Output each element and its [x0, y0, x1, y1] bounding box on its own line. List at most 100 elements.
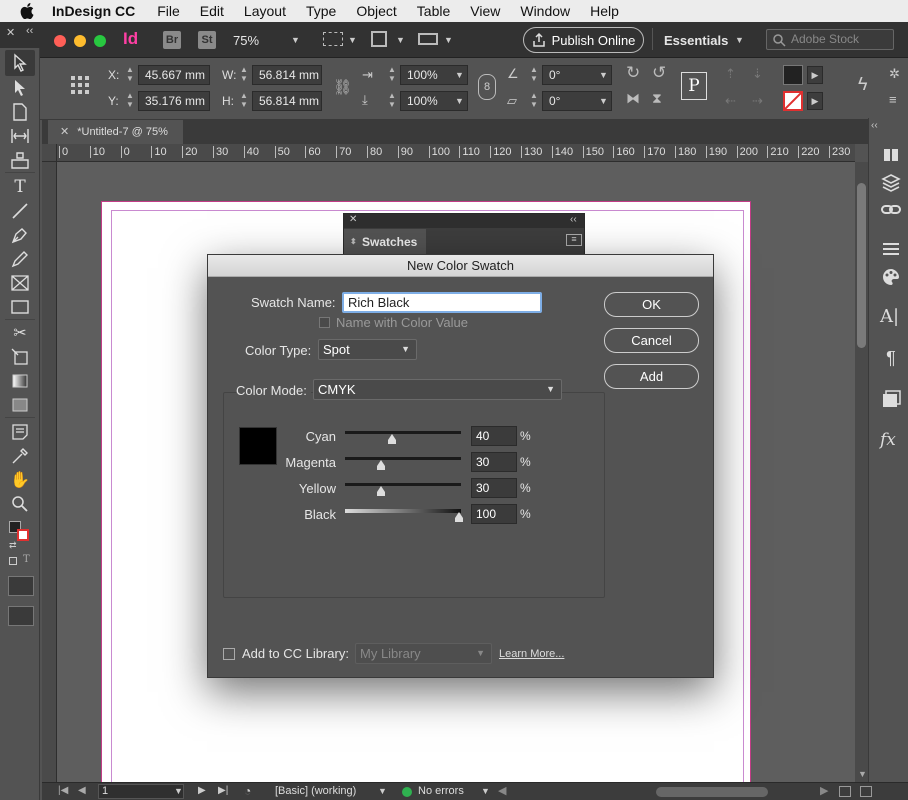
reference-point-icon[interactable]	[70, 75, 90, 95]
menu-table[interactable]: Table	[417, 3, 450, 19]
menu-app-name[interactable]: InDesign CC	[52, 3, 135, 19]
y-position-field[interactable]: 35.176 mm	[138, 91, 210, 111]
view-options-icon[interactable]	[323, 32, 343, 46]
cc-library-select[interactable]: My Library ▼	[355, 643, 492, 664]
channel-slider-black[interactable]	[345, 509, 461, 513]
scroll-left-icon[interactable]: ◀	[498, 784, 506, 797]
zoom-dropdown-icon[interactable]: ▼	[291, 35, 300, 45]
channel-value-black[interactable]: 100	[471, 504, 517, 524]
expand-tools-icon[interactable]: ‹‹	[26, 25, 33, 37]
swatches-tab[interactable]: ⬍ Swatches	[344, 229, 426, 255]
dock-expand-icon[interactable]: ‹‹	[871, 120, 878, 131]
screen-mode-dropdown-icon[interactable]: ▼	[396, 35, 405, 45]
first-page-icon[interactable]: |◀	[58, 785, 68, 796]
arrange-documents-icon[interactable]	[418, 33, 438, 45]
pen-tool-icon[interactable]	[10, 225, 30, 245]
normal-view-mode-icon[interactable]	[8, 576, 34, 596]
menu-window[interactable]: Window	[520, 3, 570, 19]
ruler-origin[interactable]	[42, 144, 57, 162]
channel-value-cyan[interactable]: 40	[471, 426, 517, 446]
swatch-name-input[interactable]: Rich Black	[342, 292, 542, 313]
page-number-dropdown-icon[interactable]: ▼	[174, 786, 183, 796]
flip-horizontal-icon[interactable]: ⧓	[626, 90, 640, 107]
channel-slider-yellow[interactable]	[345, 483, 461, 486]
menu-layout[interactable]: Layout	[244, 3, 286, 19]
gradient-swatch-tool-icon[interactable]	[10, 371, 30, 391]
w-stepper[interactable]: ▲ ▼	[238, 65, 250, 85]
layers-panel-icon[interactable]	[880, 172, 902, 194]
shear-stepper[interactable]: ▲ ▼	[528, 91, 540, 111]
flip-vertical-icon[interactable]: ⧗	[652, 90, 662, 107]
menu-file[interactable]: File	[157, 3, 180, 19]
window-minimize-button[interactable]	[74, 35, 86, 47]
width-field[interactable]: 56.814 mm	[252, 65, 322, 85]
scissors-tool-icon[interactable]: ✂	[10, 323, 30, 343]
direct-selection-tool-icon[interactable]	[10, 78, 30, 98]
note-tool-icon[interactable]	[10, 422, 30, 442]
constrain-scale-icon[interactable]: 8	[478, 74, 496, 100]
pages-panel-icon[interactable]	[880, 144, 902, 166]
x-stepper[interactable]: ▲ ▼	[124, 65, 136, 85]
menu-edit[interactable]: Edit	[200, 3, 224, 19]
rotate-stepper[interactable]: ▲ ▼	[528, 65, 540, 85]
profile-dropdown-icon[interactable]: ▼	[378, 786, 387, 796]
apple-menu-icon[interactable]	[20, 3, 36, 19]
x-position-field[interactable]: 45.667 mm	[138, 65, 210, 85]
split-window-icon[interactable]	[839, 786, 851, 797]
type-tool-icon[interactable]: T	[10, 177, 30, 197]
vertical-scroll-thumb[interactable]	[857, 183, 866, 348]
errors-dropdown-icon[interactable]: ▼	[481, 786, 490, 796]
select-next-icon[interactable]: ⇢	[752, 93, 763, 109]
color-type-select[interactable]: Spot ▼	[318, 339, 417, 360]
preflight-profile[interactable]: [Basic] (working)	[275, 785, 356, 797]
content-collector-icon[interactable]	[10, 150, 30, 170]
scripts-panel-icon[interactable]: fx	[880, 430, 902, 452]
split-layout-icon[interactable]	[860, 786, 872, 797]
scale-x-stepper[interactable]: ▲ ▼	[386, 65, 398, 85]
collapse-tools-icon[interactable]: ✕	[6, 26, 15, 39]
selection-tool-icon[interactable]	[10, 53, 30, 73]
horizontal-scroll-thumb[interactable]	[656, 787, 768, 797]
zoom-tool-icon[interactable]	[10, 494, 30, 514]
learn-more-link[interactable]: Learn More...	[499, 648, 564, 660]
formatting-container-icon[interactable]	[9, 557, 17, 565]
window-zoom-button[interactable]	[94, 35, 106, 47]
workspace-switcher[interactable]: Essentials	[664, 33, 728, 48]
channel-value-yellow[interactable]: 30	[471, 478, 517, 498]
eyedropper-tool-icon[interactable]	[10, 446, 30, 466]
close-tab-icon[interactable]: ✕	[60, 126, 69, 138]
select-previous-icon[interactable]: ⇠	[725, 93, 736, 109]
swap-colors-icon[interactable]: ⇄	[9, 540, 17, 551]
window-close-button[interactable]	[54, 35, 66, 47]
select-container-icon[interactable]: ⇡	[725, 66, 736, 82]
stroke-swatch[interactable]	[783, 91, 803, 111]
add-button[interactable]: Add	[604, 364, 699, 389]
page-layout-icon[interactable]: ◔	[244, 784, 251, 798]
rotate-cw-icon[interactable]: ↻	[626, 63, 640, 83]
screen-mode-icon[interactable]	[371, 31, 387, 47]
height-field[interactable]: 56.814 mm	[252, 91, 322, 111]
arrange-dropdown-icon[interactable]: ▼	[444, 35, 453, 45]
scale-y-dropdown-icon[interactable]: ▼	[455, 96, 464, 106]
line-tool-icon[interactable]	[10, 201, 30, 221]
scale-y-stepper[interactable]: ▲ ▼	[386, 91, 398, 111]
stroke-dropdown-icon[interactable]: ▶	[807, 92, 823, 110]
last-page-icon[interactable]: ▶|	[218, 785, 228, 796]
next-page-icon[interactable]: ▶	[198, 785, 206, 796]
menu-type[interactable]: Type	[306, 3, 336, 19]
links-panel-icon[interactable]	[880, 199, 902, 221]
h-stepper[interactable]: ▲ ▼	[238, 91, 250, 111]
adobe-stock-search[interactable]: Adobe Stock	[766, 29, 894, 50]
preflight-errors[interactable]: No errors	[418, 785, 464, 797]
cc-libraries-panel-icon[interactable]	[880, 388, 902, 410]
stroke-color-icon[interactable]	[17, 529, 29, 541]
color-panel-icon[interactable]	[880, 266, 902, 288]
stroke-panel-icon[interactable]	[880, 238, 902, 260]
close-panel-icon[interactable]: ✕	[349, 214, 357, 225]
horizontal-ruler[interactable]: 0 10 0 10 20 30 40 50 60 70 80 90 100 110 120 130 140 150…	[57, 144, 855, 162]
swatches-menu-icon[interactable]: ≡	[566, 234, 582, 246]
panel-menu-icon[interactable]: ≡	[889, 92, 897, 107]
rectangle-tool-icon[interactable]	[10, 297, 30, 317]
menu-view[interactable]: View	[470, 3, 500, 19]
channel-slider-cyan[interactable]	[345, 431, 461, 434]
